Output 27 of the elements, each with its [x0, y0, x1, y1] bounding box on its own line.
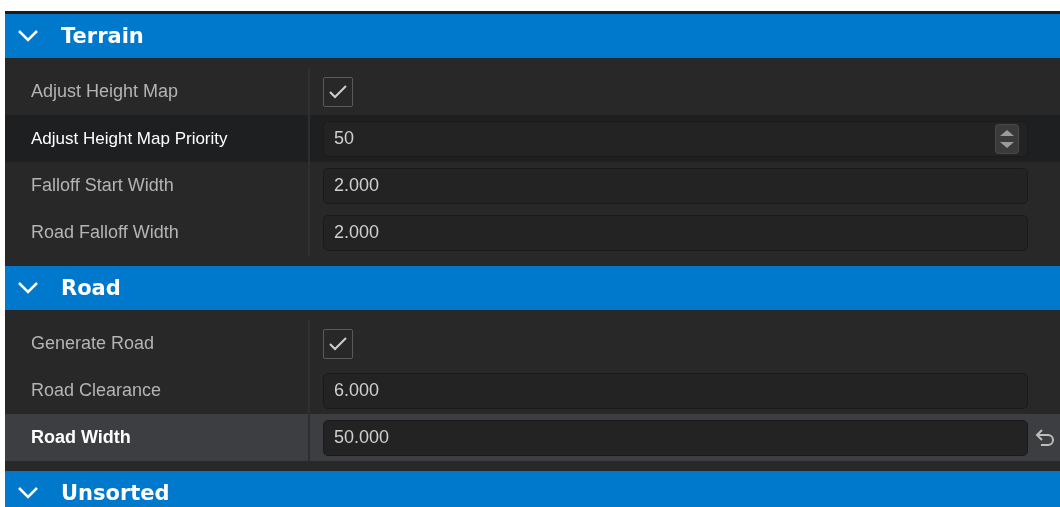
chevron-down-icon[interactable]	[17, 29, 39, 43]
number-field[interactable]: 50.000	[323, 419, 1028, 456]
property-label: Adjust Height Map	[30, 81, 180, 102]
chevron-down-icon[interactable]	[17, 281, 39, 295]
reset-icon[interactable]	[1034, 426, 1056, 449]
number-field[interactable]: 2.000	[323, 167, 1028, 204]
checkbox[interactable]	[323, 76, 353, 107]
section-header[interactable]: Unsorted	[5, 471, 1060, 507]
chevron-down-icon[interactable]	[17, 486, 39, 500]
section-title: Road	[61, 276, 121, 300]
property-label: Adjust Height Map Priority	[30, 128, 229, 149]
checkbox[interactable]	[323, 328, 353, 359]
section-title: Terrain	[61, 24, 144, 48]
property-label: Falloff Start Width	[30, 175, 175, 196]
property-label: Road Falloff Width	[30, 222, 180, 243]
section-title: Unsorted	[61, 481, 170, 505]
number-field[interactable]: 2.000	[323, 214, 1028, 251]
checkmark-icon	[328, 335, 348, 352]
property-label: Road Width	[30, 427, 132, 448]
number-field[interactable]: 6.000	[323, 372, 1028, 409]
property-label: Generate Road	[30, 333, 156, 354]
checkmark-icon	[328, 83, 348, 100]
spinner-arrows-icon[interactable]	[995, 123, 1019, 154]
section-header[interactable]: Terrain	[5, 14, 1060, 58]
section-header[interactable]: Road	[5, 266, 1060, 310]
number-spinner-field[interactable]: 50	[323, 120, 1028, 157]
property-label: Road Clearance	[30, 380, 163, 401]
